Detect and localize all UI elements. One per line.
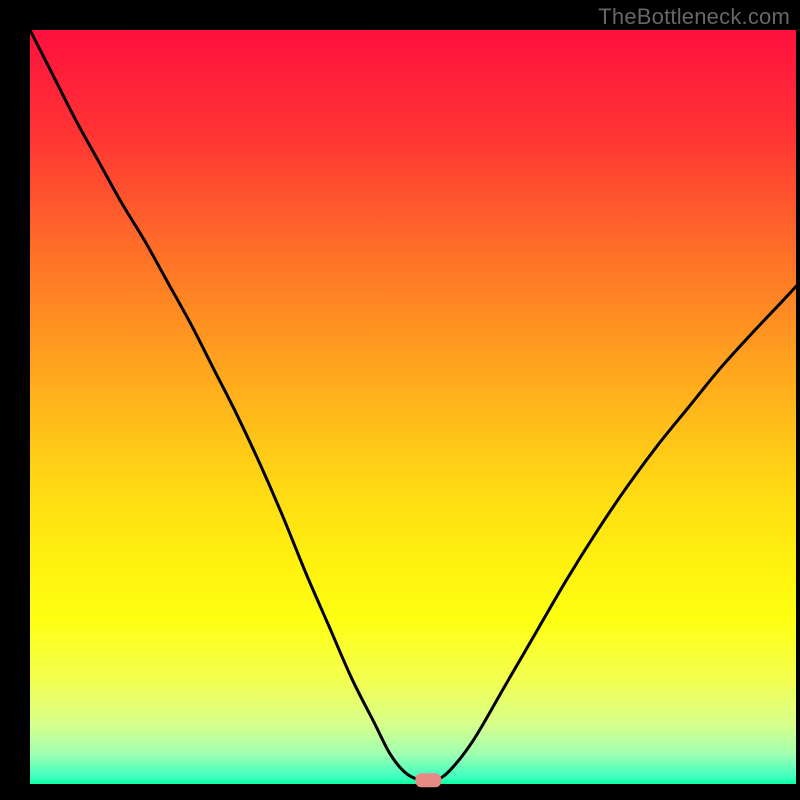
chart-gradient-bg <box>30 30 796 784</box>
watermark-text: TheBottleneck.com <box>598 4 790 30</box>
optimum-marker <box>415 773 441 787</box>
chart-canvas <box>0 0 800 800</box>
bottleneck-chart: TheBottleneck.com <box>0 0 800 800</box>
